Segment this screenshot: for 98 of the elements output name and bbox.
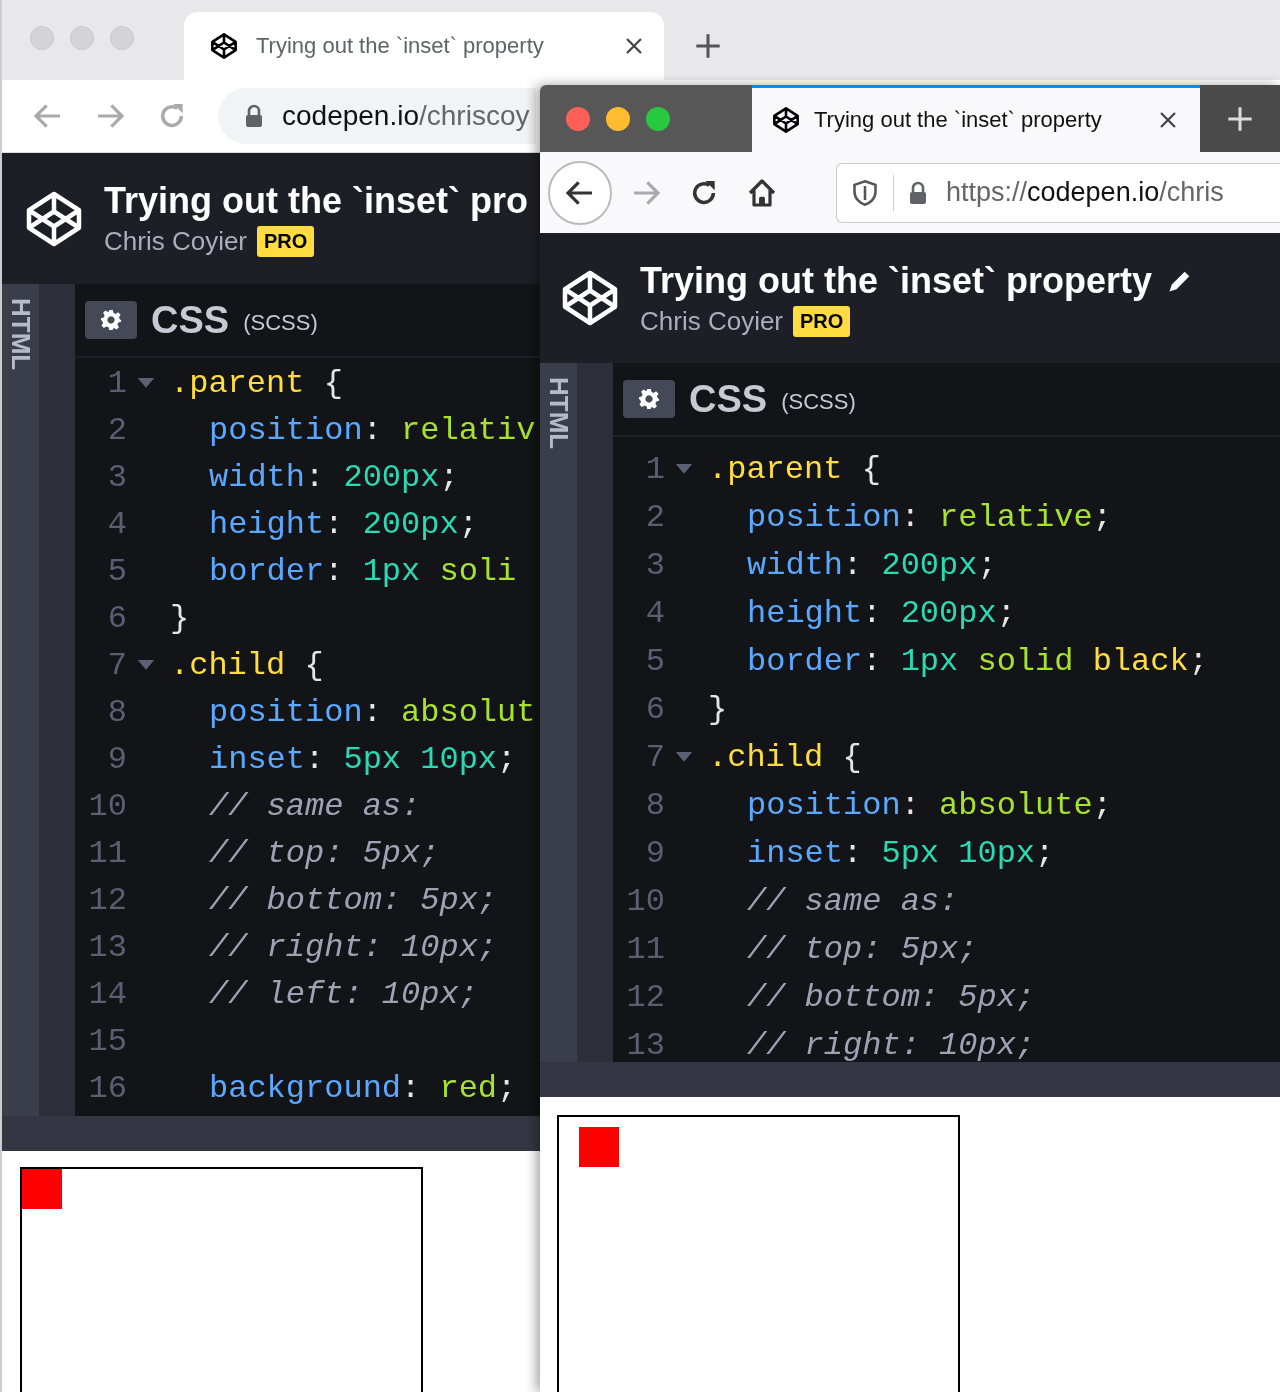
settings-icon <box>100 309 122 331</box>
code-line: inset: 5px 10px; <box>209 741 517 778</box>
cube-icon <box>210 32 238 60</box>
code-line: width: 200px; <box>209 459 459 496</box>
code-line: // top: 5px; <box>747 930 978 968</box>
fold-caret-icon[interactable] <box>137 378 155 389</box>
shield-icon[interactable] <box>851 178 879 207</box>
code-line: // left: 10px; <box>209 976 478 1013</box>
settings-icon <box>638 388 660 410</box>
line-number: 10 <box>87 788 127 825</box>
new-tab-button[interactable] <box>1200 85 1280 152</box>
url-text: codepen.io/chriscoy <box>282 100 530 132</box>
fold-caret-icon[interactable] <box>675 463 693 475</box>
code-line: .child { <box>170 647 324 684</box>
line-number: 5 <box>644 642 665 680</box>
line-number: 12 <box>87 882 127 919</box>
pro-badge: PRO <box>793 305 851 337</box>
code-line: background: red; <box>209 1070 517 1107</box>
line-number: 8 <box>644 786 665 824</box>
code-line: position: absolut <box>209 694 536 731</box>
line-number: 4 <box>644 594 665 632</box>
plus-icon <box>694 32 722 60</box>
line-number: 1 <box>106 365 127 402</box>
editor-title: CSS <box>151 298 230 342</box>
line-number: 5 <box>106 553 127 590</box>
code-line: // same as: <box>209 788 421 825</box>
url-text: https://codepen.io/chris <box>946 177 1224 208</box>
home-icon[interactable] <box>746 176 778 209</box>
line-number: 3 <box>106 459 127 496</box>
fold-caret-icon[interactable] <box>137 660 155 671</box>
close-icon[interactable] <box>1158 110 1178 130</box>
code-line: .parent { <box>708 450 881 488</box>
code-line: // bottom: 5px; <box>209 882 498 919</box>
line-number: 9 <box>106 741 127 778</box>
html-side-tab[interactable]: HTML <box>540 363 577 1062</box>
code-line: border: 1px solid black; <box>747 642 1208 680</box>
line-number: 7 <box>644 738 665 776</box>
editor-language: (SCSS) <box>243 310 318 336</box>
author-name[interactable]: Chris Coyier <box>104 226 248 257</box>
line-number: 13 <box>625 1026 665 1062</box>
code-line: height: 200px; <box>747 594 1016 632</box>
code-line: } <box>170 600 190 637</box>
line-number: 3 <box>644 546 665 584</box>
code-line: inset: 5px 10px; <box>747 834 1055 872</box>
line-number: 1 <box>644 450 665 488</box>
code-line: position: relativ <box>209 412 536 449</box>
line-number: 2 <box>644 498 665 536</box>
address-bar[interactable]: https://codepen.io/chris <box>836 162 1280 223</box>
line-number: 15 <box>87 1023 127 1060</box>
close-icon[interactable] <box>624 36 644 56</box>
code-line: width: 200px; <box>747 546 997 584</box>
plus-icon <box>1226 104 1254 133</box>
code-line: // right: 10px; <box>209 929 498 966</box>
pen-title: Trying out the `inset` property <box>640 259 1152 302</box>
line-number: 9 <box>644 834 665 872</box>
line-number: 10 <box>625 882 665 920</box>
code-line: position: relative; <box>747 498 1112 536</box>
window-control-icon[interactable] <box>646 106 670 131</box>
line-number: 2 <box>106 412 127 449</box>
pen-title: Trying out the `inset` pro <box>104 180 528 222</box>
html-side-tab[interactable]: HTML <box>2 284 39 1116</box>
address-bar[interactable]: codepen.io/chriscoy <box>218 88 536 144</box>
line-number: 13 <box>87 929 127 966</box>
child-box <box>22 1169 62 1209</box>
author-name[interactable]: Chris Coyier <box>640 305 784 337</box>
fold-caret-icon[interactable] <box>675 751 693 763</box>
code-line: // same as: <box>747 882 959 920</box>
browser-tab[interactable]: Trying out the `inset` property <box>752 85 1200 152</box>
line-number: 12 <box>625 978 665 1016</box>
code-line: .parent { <box>170 365 343 402</box>
code-line: position: absolute; <box>747 786 1112 824</box>
window-control-icon[interactable] <box>606 106 630 131</box>
line-number: 6 <box>644 690 665 728</box>
pro-badge: PRO <box>257 226 315 257</box>
browser-tab[interactable]: Trying out the `inset` property <box>184 12 664 80</box>
cube-logo-icon <box>560 268 620 328</box>
code-line: // top: 5px; <box>209 835 440 872</box>
line-number: 6 <box>106 600 127 637</box>
code-line: } <box>708 690 728 728</box>
editor-title: CSS <box>689 377 768 421</box>
child-box <box>579 1127 619 1167</box>
line-number: 14 <box>87 976 127 1013</box>
code-line: border: 1px soli <box>209 553 517 590</box>
editor-language: (SCSS) <box>781 389 856 415</box>
line-number: 8 <box>106 694 127 731</box>
code-line: height: 200px; <box>209 506 478 543</box>
line-number: 16 <box>87 1070 127 1107</box>
line-number: 4 <box>106 506 127 543</box>
code-line: // right: 10px; <box>747 1026 1036 1062</box>
settings-button[interactable] <box>623 380 675 418</box>
window-control-icon[interactable] <box>566 106 590 131</box>
line-number: 11 <box>87 835 127 872</box>
code-line: // bottom: 5px; <box>747 978 1036 1016</box>
line-number: 11 <box>625 930 665 968</box>
line-number: 7 <box>106 647 127 684</box>
code-line: .child { <box>708 738 862 776</box>
cube-icon <box>772 106 800 134</box>
settings-button[interactable] <box>85 301 137 339</box>
